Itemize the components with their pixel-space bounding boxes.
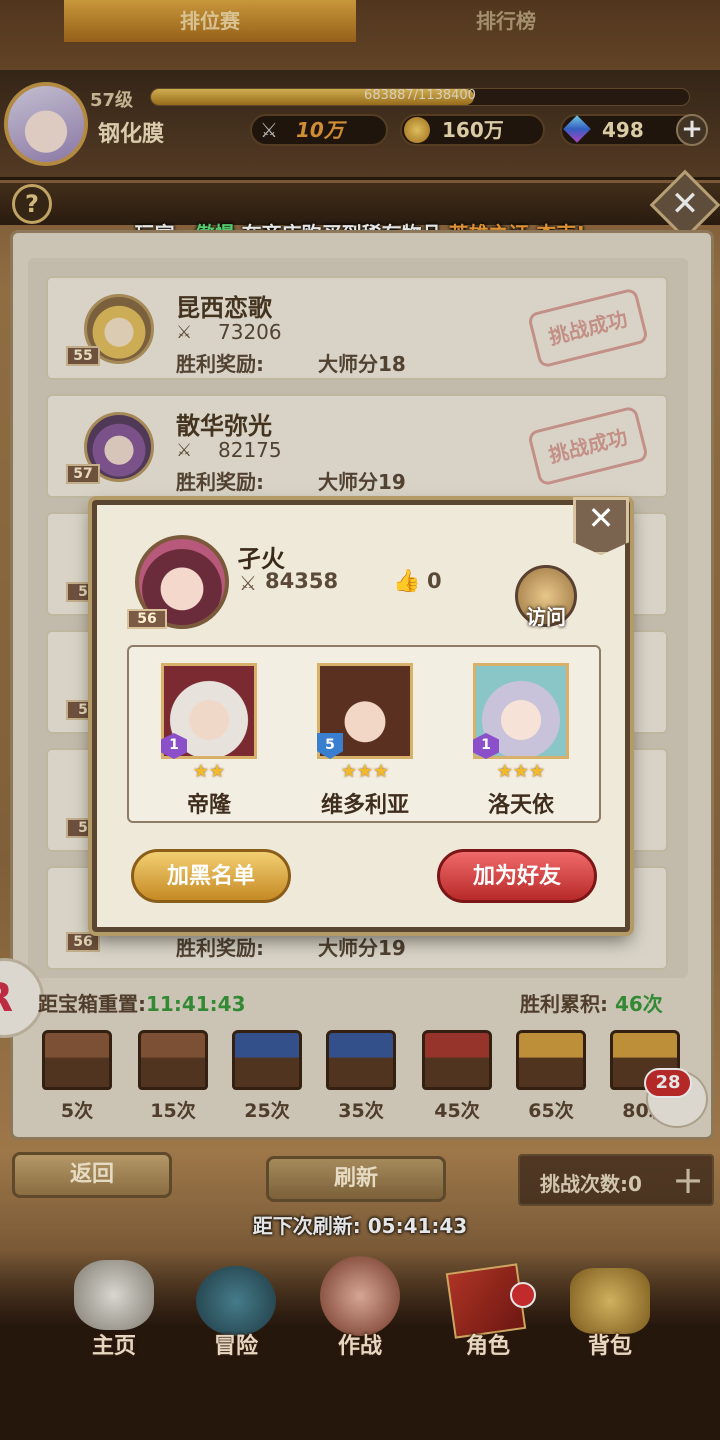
hero-stars: ★★: [192, 761, 226, 782]
blacklist-button[interactable]: 加黑名单: [131, 849, 291, 903]
hero-stars: ★★★: [340, 761, 390, 782]
hero-name: 洛天依: [487, 793, 554, 818]
player-info-modal: 56 孑火 ⚔ 84358 👍 0 访问 ✕ 1 ★★ 帝隆 5 ★★★ 维多利…: [92, 497, 630, 932]
thumbs-up-icon: 👍: [393, 569, 421, 594]
hero-slot[interactable]: 1 ★★ 帝隆: [157, 663, 287, 823]
hero-stars: ★★★: [496, 761, 546, 782]
close-icon: ✕: [587, 499, 615, 537]
modal-player-level: 56: [127, 609, 167, 629]
add-friend-button[interactable]: 加为好友: [437, 849, 597, 903]
modal-player-power: 84358: [265, 569, 339, 593]
hero-name: 帝隆: [186, 793, 231, 818]
hero-slot[interactable]: 5 ★★★ 维多利亚: [313, 663, 443, 823]
like-count: 0: [427, 569, 442, 593]
hero-name: 维多利亚: [320, 793, 409, 818]
hero-slot[interactable]: 1 ★★★ 洛天依: [469, 663, 599, 823]
swords-icon: ⚔: [239, 571, 257, 595]
visit-label: 访问: [526, 605, 566, 629]
